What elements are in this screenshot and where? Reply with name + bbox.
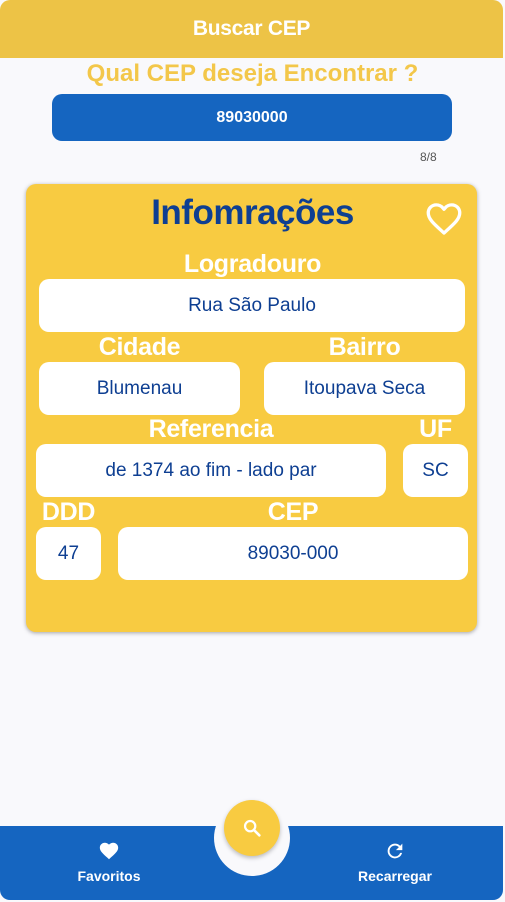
- cep-value: 89030-000: [247, 542, 339, 564]
- cidade-value: Blumenau: [96, 377, 183, 399]
- logradouro-value: Rua São Paulo: [188, 294, 316, 316]
- refresh-icon: [387, 843, 403, 859]
- search-question: Qual CEP deseja Encontrar ?: [86, 60, 419, 87]
- cep-input[interactable]: [52, 94, 452, 141]
- logradouro-label: Logradouro: [183, 250, 322, 278]
- nav-favoritos[interactable]: Favoritos: [66, 840, 152, 884]
- cep-field: 89030-000: [118, 527, 468, 580]
- nav-recarregar-label: Recarregar: [358, 868, 432, 884]
- search-icon: [243, 819, 261, 837]
- character-counter: 8/8: [420, 150, 437, 164]
- referencia-field: de 1374 ao fim - lado par: [36, 444, 386, 497]
- bairro-field: Itoupava Seca: [264, 362, 465, 415]
- app-title: Buscar CEP: [192, 17, 311, 40]
- ddd-value: 47: [57, 542, 80, 564]
- heart-outline-icon[interactable]: [421, 197, 467, 239]
- bairro-value: Itoupava Seca: [303, 377, 426, 399]
- cidade-label: Cidade: [98, 333, 181, 361]
- heart-icon: [99, 842, 119, 860]
- referencia-value: de 1374 ao fim - lado par: [105, 459, 317, 481]
- bairro-label: Bairro: [328, 333, 401, 361]
- ddd-label: DDD: [41, 498, 96, 526]
- uf-label: UF: [419, 415, 452, 443]
- app-bar: Buscar CEP: [0, 0, 503, 58]
- referencia-label: Referencia: [148, 415, 274, 443]
- search-button[interactable]: [224, 800, 280, 856]
- cidade-field: Blumenau: [39, 362, 240, 415]
- nav-recarregar[interactable]: Recarregar: [350, 840, 440, 884]
- uf-value: SC: [422, 459, 449, 481]
- logradouro-field: Rua São Paulo: [39, 279, 465, 332]
- nav-favoritos-label: Favoritos: [77, 868, 141, 884]
- ddd-field: 47: [36, 527, 101, 580]
- uf-field: SC: [403, 444, 468, 497]
- cep-label: CEP: [267, 498, 319, 526]
